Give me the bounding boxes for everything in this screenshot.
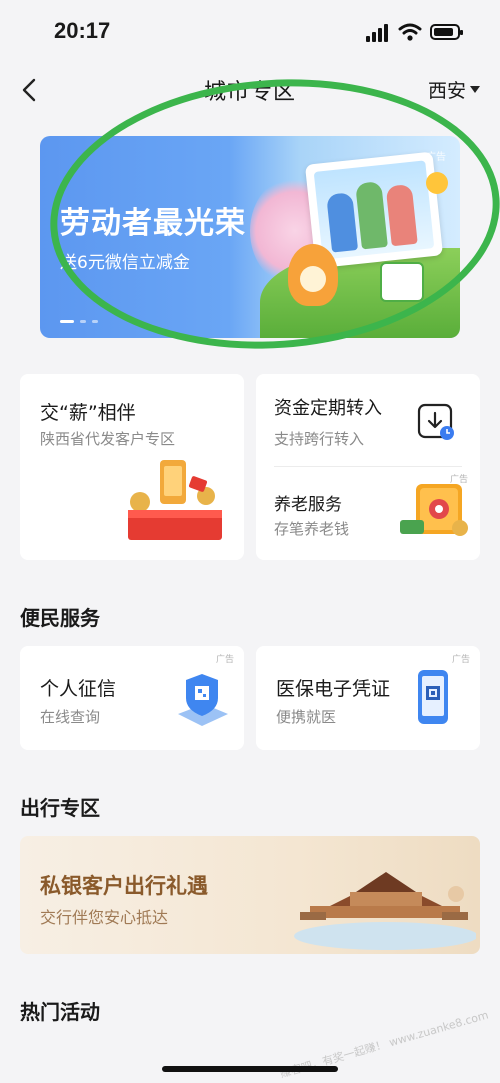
banner-subtitle: 送6元微信立减金 [60, 253, 190, 273]
salary-card[interactable]: 交“薪”相伴 陕西省代发客户专区 [20, 374, 244, 560]
credit-report-subtitle: 在线查询 [40, 708, 101, 726]
home-indicator[interactable] [162, 1066, 338, 1072]
section-heading-travel: 出行专区 [20, 796, 100, 820]
ad-tag: 广告 [215, 655, 234, 665]
mascot-illustration [288, 244, 338, 306]
ad-tag: 广告 [426, 152, 446, 163]
palace-illustration [294, 872, 476, 950]
medical-insurance-subtitle: 便携就医 [276, 708, 337, 726]
salary-card-title: 交“薪”相伴 [40, 402, 136, 424]
safe-box-icon [400, 484, 468, 536]
phone-qr-icon [418, 670, 448, 724]
gift-box-icon [128, 460, 222, 540]
salary-card-subtitle: 陕西省代发客户专区 [40, 430, 176, 448]
city-selector[interactable]: 西安 [428, 76, 480, 103]
calendar-icon [380, 262, 424, 302]
city-label: 西安 [427, 80, 466, 102]
travel-banner-title: 私银客户出行礼遇 [40, 874, 208, 898]
transfer-in-icon [417, 403, 454, 440]
promo-banner[interactable]: 广告 劳动者最光荣 送6元微信立减金 [40, 136, 460, 338]
shield-qr-icon [178, 674, 228, 726]
deposit-title: 资金定期转入 [274, 398, 382, 419]
page-title: 城市专区 [203, 80, 296, 105]
credit-report-title: 个人征信 [40, 678, 117, 700]
services-card: 资金定期转入 支持跨行转入 广告 养老服务 存笔养老钱 [256, 374, 480, 560]
travel-banner[interactable]: 私银客户出行礼遇 交行伴您安心抵达 [20, 836, 480, 954]
medical-insurance-card[interactable]: 广告 医保电子凭证 便携就医 [256, 646, 480, 750]
sun-icon [426, 172, 448, 194]
section-heading-hot-activities: 热门活动 [20, 1000, 100, 1024]
nav-bar: 城市专区 西安 [0, 66, 500, 114]
caret-down-icon [470, 86, 480, 93]
status-bar: 20:17 [0, 0, 500, 66]
battery-icon [430, 24, 463, 40]
banner-title: 劳动者最光荣 [60, 206, 246, 241]
travel-banner-subtitle: 交行伴您安心抵达 [40, 908, 169, 927]
status-time: 20:17 [54, 18, 111, 43]
deposit-subtitle: 支持跨行转入 [274, 430, 365, 448]
divider [274, 466, 462, 467]
pension-subtitle: 存笔养老钱 [274, 520, 350, 538]
ad-tag: 广告 [451, 655, 470, 665]
cellular-signal-icon [366, 24, 392, 42]
carousel-indicator [60, 320, 98, 323]
credit-report-card[interactable]: 广告 个人征信 在线查询 [20, 646, 244, 750]
wifi-icon [398, 23, 422, 41]
section-heading-convenience: 便民服务 [20, 606, 100, 630]
pension-title: 养老服务 [274, 495, 342, 515]
medical-insurance-title: 医保电子凭证 [276, 678, 391, 700]
